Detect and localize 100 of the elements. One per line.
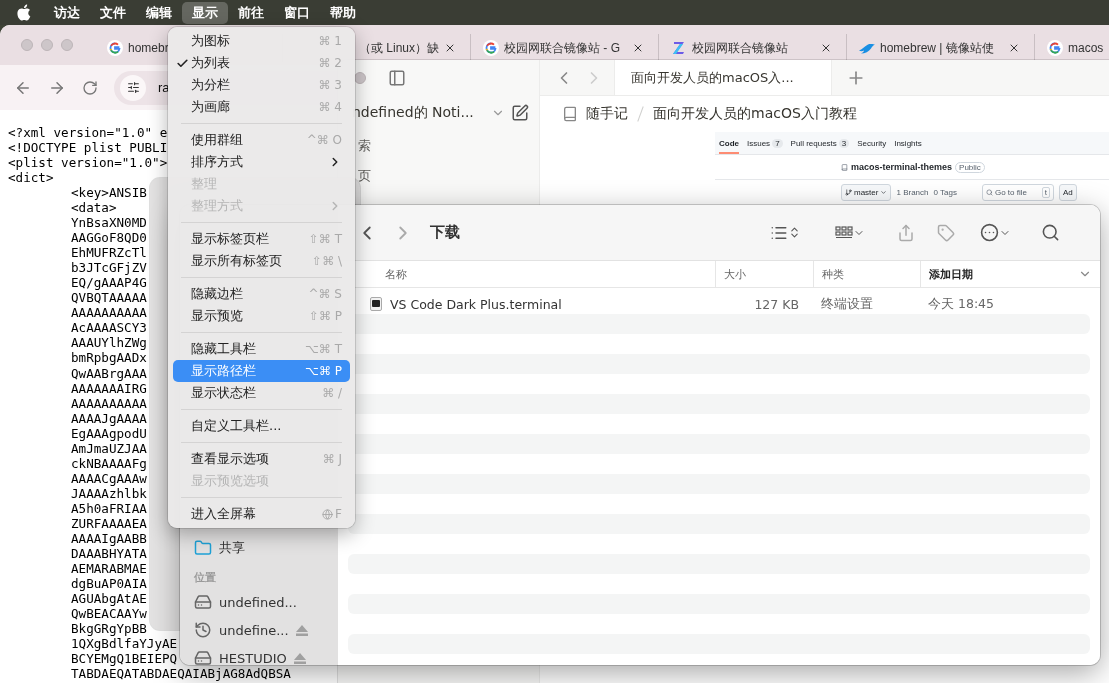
tab-title: macos [1068, 41, 1104, 55]
menu-item[interactable]: 排序方式 [173, 151, 350, 173]
page-tab[interactable]: 面向开发人员的macOS入... [614, 60, 832, 95]
search-field[interactable]: Go to file t [981, 184, 1054, 201]
column-header[interactable]: 种类 [813, 261, 920, 287]
sidebar-heading: 位置 [194, 569, 217, 586]
menu-title[interactable]: 前往 [228, 1, 274, 24]
bird-icon [859, 42, 875, 54]
menu-item[interactable]: 显示预览 ⇧⌘ P [173, 305, 350, 327]
tab-title: 校园网联合镜像站 - G [504, 39, 620, 57]
tab-title: homebr [128, 41, 169, 55]
menu-title[interactable]: 显示 [182, 1, 228, 24]
source-line: AAAAAAAIRG [71, 380, 147, 396]
file-size: 127 KB [753, 296, 800, 312]
menu-title[interactable]: 帮助 [320, 1, 366, 24]
menu-item[interactable]: 使用群组 ^⌘ O [173, 129, 350, 151]
z-logo-icon [671, 40, 687, 56]
menu-item[interactable]: 为画廊 ⌘ 4 [173, 96, 350, 118]
breadcrumb-link[interactable]: 面向开发人员的macOS入门教程 [653, 105, 857, 123]
source-line: A5h0aFRIAA [71, 500, 147, 516]
branch-button[interactable]: master [841, 184, 892, 201]
add-file-button[interactable]: Ad [1058, 184, 1077, 201]
source-line: AEMARABMAE [71, 560, 147, 576]
folder-title: 下载 [430, 223, 461, 242]
drive-icon [194, 593, 212, 611]
source-line: <!DOCTYPE plist PUBLI [8, 140, 168, 156]
branch-count[interactable]: 1 Branch [896, 188, 929, 197]
source-line: AAAAIgAABB [71, 530, 147, 546]
menu-item[interactable]: 显示状态栏 ⌘ / [173, 382, 350, 404]
repo-tab[interactable]: Code [719, 132, 739, 154]
branch-icon [845, 189, 852, 196]
source-line: QVBQTAAAAA [71, 290, 147, 306]
repo-name: macos-terminal-themes [851, 162, 953, 172]
source-line: EhMUFRZcTl [71, 245, 147, 261]
close-icon[interactable] [444, 42, 456, 54]
tag-icon [937, 223, 955, 242]
tab-title: （或 Linux）缺 [358, 39, 439, 57]
repo-tab[interactable]: Insights [894, 132, 922, 154]
sidebar-item[interactable]: HESTUDIO [194, 644, 338, 665]
menu-item[interactable]: 进入全屏幕 F [173, 503, 350, 525]
new-page-icon[interactable] [511, 104, 529, 122]
tag-count[interactable]: 0 Tags [933, 188, 957, 197]
file-name[interactable]: VS Code Dark Plus.terminal [390, 296, 562, 312]
repo-tab[interactable]: Issues 7 [747, 132, 783, 154]
source-line: EQ/gAAAP4G [71, 275, 147, 291]
column-header[interactable]: 添加日期 [920, 261, 1100, 287]
grid-icon [835, 224, 853, 241]
close-icon[interactable] [1008, 42, 1020, 54]
close-icon[interactable] [820, 42, 832, 54]
source-line: ZURFAAAAEA [71, 515, 147, 531]
source-line: AcAAAASCY3 [71, 320, 147, 336]
source-line: AGUAbgAtAE [71, 590, 147, 606]
sidebar-toggle-icon[interactable] [388, 68, 406, 87]
source-line: QwBEACAAYw [71, 606, 147, 621]
menu-item[interactable]: 隐藏工具栏 ⌥⌘ T [173, 338, 350, 360]
repo-icon [841, 163, 848, 171]
source-line: AAAACgAAAw [71, 470, 147, 486]
source-line: DAAABHYATA [71, 545, 147, 561]
menu-item[interactable]: 显示标签页栏 ⇧⌘ T [173, 228, 350, 250]
workspace-name[interactable]: ndefined的 Noti... [352, 104, 485, 122]
site-settings-button[interactable] [120, 74, 146, 101]
menu-item[interactable]: 为分栏 ⌘ 3 [173, 74, 350, 96]
menu-title[interactable]: 窗口 [274, 1, 320, 24]
menu-item[interactable]: 隐藏边栏 ^⌘ S [173, 283, 350, 305]
tab-title: 校园网联合镜像站 [692, 39, 788, 57]
google-icon [107, 40, 123, 56]
shared-folder-icon [194, 539, 212, 557]
menu-title[interactable]: 编辑 [136, 1, 182, 24]
sidebar-item[interactable]: 共享 [194, 534, 338, 562]
menu-item[interactable]: 查看显示选项 ⌘ J [173, 448, 350, 470]
file-kind: 终端设置 [820, 295, 874, 313]
sidebar-item[interactable]: undefine... [194, 616, 338, 644]
source-line: b3JTcGFjZV [71, 260, 147, 276]
sidebar-item[interactable]: undefined... [194, 588, 338, 616]
source-line: YnBsaXN0MD [71, 215, 147, 231]
close-icon[interactable] [632, 42, 644, 54]
menu-title[interactable]: 访达 [44, 1, 90, 24]
breadcrumb-link[interactable]: 随手记 [586, 105, 628, 123]
reload-icon[interactable] [82, 79, 98, 96]
source-line: <?xml version="1.0" e [8, 125, 168, 140]
source-line: QwAABrgAAA [71, 365, 147, 381]
search-icon [1040, 223, 1060, 242]
source-line: AAAUYlhZWg [71, 335, 147, 351]
globe-icon [322, 508, 334, 520]
count-badge: 7 [772, 138, 783, 148]
search-icon [985, 189, 993, 196]
caret-icon [880, 189, 888, 196]
source-line: ckNBAAAAFg [71, 455, 147, 471]
menu-title[interactable]: 文件 [90, 1, 136, 24]
repo-tab[interactable]: Pull requests 3 [790, 132, 850, 154]
source-line: dgBuAP0AIA [71, 575, 147, 591]
menu-item[interactable]: 自定义工具栏... [173, 415, 350, 437]
repo-tab[interactable]: Security [857, 132, 887, 154]
column-header[interactable]: 大小 [715, 261, 813, 287]
more-icon [979, 223, 999, 242]
menu-item[interactable]: 显示所有标签页 ⇧⌘ \ [173, 250, 350, 272]
terminal-file-icon [370, 297, 382, 311]
google-icon [483, 40, 499, 56]
source-line: AAAAAAAAAA [71, 395, 147, 411]
apple-icon[interactable] [16, 4, 31, 21]
